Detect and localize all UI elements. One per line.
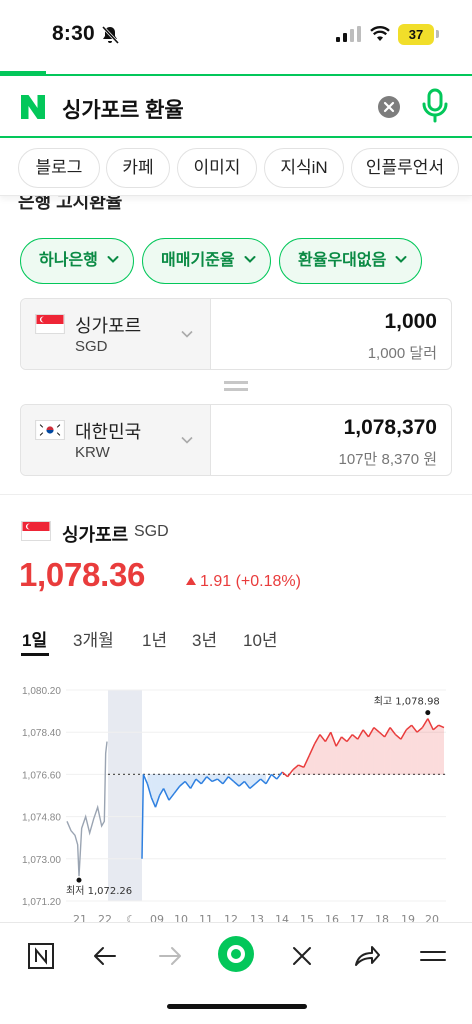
rate-type-select-label: 매매기준율: [161, 252, 235, 269]
to-country-name: 대한민국: [75, 422, 142, 442]
period-tab-3y[interactable]: 3년: [192, 626, 217, 651]
max-label: 최고 1,078.98: [374, 696, 440, 708]
area-fill-segment: [352, 734, 358, 775]
min-marker: [76, 877, 82, 883]
tab-influencer[interactable]: 인플루언서: [351, 148, 459, 188]
rate-change-text: 1.91 (+0.18%): [200, 573, 301, 590]
area-fill-segment: [411, 725, 418, 775]
bank-select[interactable]: 하나은행: [20, 238, 134, 284]
chevron-down-icon: [395, 256, 407, 263]
chevron-down-icon: [244, 256, 256, 263]
converter-from: 싱가포르 SGD 1,000 1,000 달러: [20, 298, 452, 370]
y-tick-label: 1,074.80: [22, 813, 61, 824]
microphone-icon[interactable]: [420, 88, 450, 124]
period-tab-3m[interactable]: 3개월: [73, 626, 114, 651]
close-icon: [383, 101, 395, 113]
today-line-segment: [270, 773, 278, 780]
area-fill-segment: [163, 774, 169, 801]
today-line-segment: [287, 769, 294, 778]
battery-nub: [436, 30, 439, 38]
home-indicator: [167, 1004, 307, 1009]
from-currency-select[interactable]: 싱가포르 SGD: [21, 299, 211, 369]
chevron-down-icon: [107, 256, 119, 263]
overnight-shade: [108, 690, 142, 901]
area-fill-segment: [325, 732, 331, 775]
status-time: 8:30: [52, 22, 95, 45]
back-arrow-icon[interactable]: [90, 941, 120, 971]
search-bar[interactable]: 싱가포르 환율: [0, 74, 472, 138]
from-amount-text: 1,000 달러: [367, 345, 437, 362]
today-line-segment: [265, 774, 273, 785]
clear-search-button[interactable]: [378, 96, 400, 118]
y-tick-label: 1,071.20: [22, 897, 61, 908]
bell-muted-icon: [101, 25, 120, 45]
today-line-segment: [141, 774, 145, 859]
current-rate-value: 1,078.36: [19, 556, 146, 593]
y-tick-label: 1,078.40: [22, 728, 61, 739]
tab-image[interactable]: 이미지: [177, 148, 257, 188]
today-line-segment: [276, 771, 283, 780]
rate-type-select[interactable]: 매매기준율: [142, 238, 271, 284]
to-currency-code: KRW: [75, 444, 110, 461]
previous-day-line: [66, 741, 108, 877]
area-fill-segment: [433, 725, 439, 775]
from-amount-input[interactable]: 1,000: [384, 310, 437, 334]
search-category-tabs: 블로그 카페 이미지 지식iN 인플루언서: [0, 140, 472, 196]
y-tick-label: 1,080.20: [22, 686, 61, 697]
discount-select-label: 환율우대없음: [298, 252, 387, 269]
close-tab-icon[interactable]: [287, 941, 317, 971]
cellular-signal-icon: [336, 26, 361, 42]
tab-knowledge-in[interactable]: 지식iN: [264, 148, 344, 188]
y-tick-label: 1,076.60: [22, 770, 61, 781]
rate-currency-code: SGD: [134, 523, 169, 540]
singapore-flag-icon: [21, 521, 51, 541]
tab-blog[interactable]: 블로그: [18, 148, 100, 188]
rate-change: 1.91 (+0.18%): [186, 573, 301, 591]
green-dot-menu-icon[interactable]: [217, 935, 255, 973]
section-divider: [0, 494, 472, 495]
naver-logo-icon[interactable]: [18, 92, 48, 122]
wifi-icon: [370, 26, 390, 41]
area-fill-segment: [395, 734, 401, 775]
bank-select-label: 하나은행: [39, 252, 98, 269]
to-amount-input[interactable]: 1,078,370: [344, 416, 437, 440]
to-currency-select[interactable]: 대한민국 KRW: [21, 405, 211, 475]
area-fill-segment: [406, 725, 412, 775]
area-fill-segment: [373, 727, 380, 775]
hamburger-menu-icon[interactable]: [418, 941, 448, 971]
battery-indicator: 37: [398, 24, 434, 45]
converter-to: 대한민국 KRW 1,078,370 107만 8,370 원: [20, 404, 452, 476]
period-tab-1y[interactable]: 1년: [142, 626, 167, 651]
area-fill-segment: [341, 736, 347, 775]
chevron-down-icon: [181, 330, 193, 338]
from-country-name: 싱가포르: [75, 316, 142, 336]
naver-home-icon[interactable]: [26, 941, 56, 971]
rate-country-name: 싱가포르: [62, 525, 129, 545]
discount-select[interactable]: 환율우대없음: [279, 238, 422, 284]
chevron-down-icon: [181, 436, 193, 444]
area-fill-segment: [438, 725, 444, 775]
exchange-rate-chart[interactable]: 1,080.20 1,078.40 1,076.60 1,074.80 1,073.00…: [0, 676, 472, 926]
period-tab-10y[interactable]: 10년: [243, 626, 278, 651]
to-amount-text: 107만 8,370 원: [338, 451, 438, 468]
tab-cafe[interactable]: 카페: [106, 148, 170, 188]
equals-icon: [224, 381, 248, 393]
min-label: 최저 1,072.26: [66, 885, 132, 897]
y-tick-label: 1,073.00: [22, 855, 61, 866]
period-tab-active-indicator: [21, 653, 49, 656]
search-input[interactable]: 싱가포르 환율: [62, 94, 184, 124]
status-bar: 8:30 37: [0, 0, 472, 66]
area-fill-segment: [379, 732, 385, 775]
share-icon[interactable]: [352, 941, 382, 971]
from-currency-code: SGD: [75, 338, 108, 355]
korea-flag-icon: [35, 420, 65, 440]
max-marker: [425, 710, 431, 716]
singapore-flag-icon: [35, 314, 65, 334]
period-tab-1d[interactable]: 1일: [22, 626, 47, 651]
area-fill-segment: [417, 727, 423, 775]
forward-arrow-icon[interactable]: [155, 941, 185, 971]
up-triangle-icon: [186, 577, 196, 585]
